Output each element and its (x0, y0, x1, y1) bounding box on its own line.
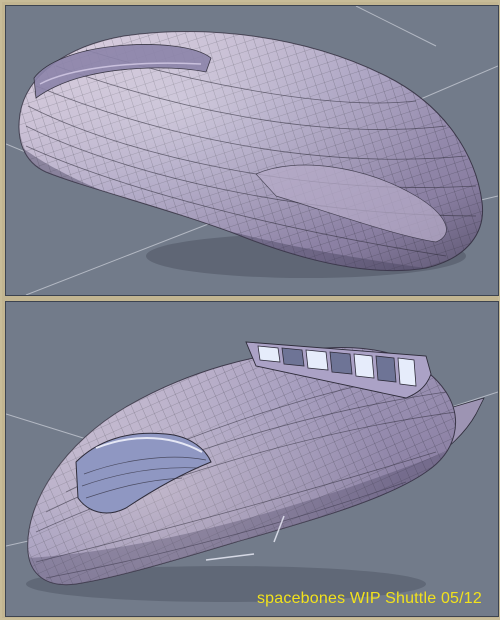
shuttle-render-bottom (6, 341, 498, 602)
viewport-bottom[interactable] (5, 301, 499, 617)
viewport-top[interactable] (5, 5, 499, 296)
shuttle-render-top (6, 6, 498, 295)
image-frame: spacebones WIP Shuttle 05/12 (0, 0, 500, 620)
caption-text: spacebones WIP Shuttle 05/12 (256, 590, 482, 607)
